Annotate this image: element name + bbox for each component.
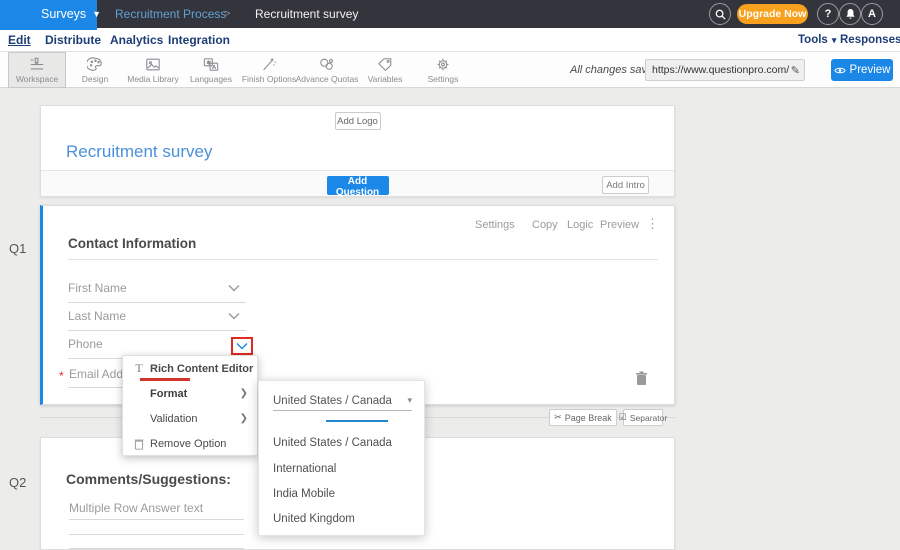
phone-row-context-menu: T Rich Content Editor Format ❯ Validatio… (122, 355, 258, 456)
q1-delete-trash-icon[interactable] (635, 371, 648, 386)
q1-settings-link[interactable]: Settings (475, 219, 515, 231)
format-select-focus-indicator (326, 420, 388, 422)
responses-link[interactable]: Responses:4 (840, 28, 900, 52)
submenu-arrow-icon: ❯ (240, 413, 248, 424)
question-number-q1: Q1 (9, 241, 26, 256)
tab-integration[interactable]: Integration (168, 28, 230, 52)
chevron-down-icon: ▾ (407, 395, 412, 406)
separator-button[interactable]: ☑Separator (623, 409, 663, 426)
breadcrumb-current: Recruitment survey (255, 0, 358, 28)
chain-links-icon (319, 57, 335, 72)
toolbar-item-workspace[interactable]: Workspace (8, 52, 66, 88)
q2-answer-line-1 (69, 519, 244, 520)
toolbar-item-settings[interactable]: Settings (414, 52, 472, 88)
chevron-down-icon: ▾ (832, 35, 837, 46)
help-button[interactable]: ? (817, 3, 839, 25)
q1-row-last-name[interactable]: Last Name (68, 309, 126, 323)
survey-title[interactable]: Recruitment survey (66, 142, 212, 162)
scissors-icon: ✂ (554, 412, 562, 423)
tab-edit[interactable]: Edit (8, 28, 31, 52)
q1-title[interactable]: Contact Information (68, 236, 196, 251)
add-intro-button[interactable]: Add Intro (602, 176, 649, 194)
survey-url-field[interactable]: https://www.questionpro.com/t/APNrFZ ✎ (645, 59, 805, 81)
q2-answer-line-2 (69, 534, 244, 535)
magic-wand-icon (261, 57, 277, 72)
preview-button[interactable]: Preview (831, 59, 893, 81)
q1-logic-link[interactable]: Logic (567, 219, 593, 231)
breadcrumb-parent[interactable]: Recruitment Process (115, 0, 226, 28)
q1-row-first-name[interactable]: First Name (68, 281, 127, 295)
toolbar-item-finish-options[interactable]: Finish Options (240, 52, 298, 88)
gear-icon (435, 57, 451, 72)
q1-row-first-name-chevron-icon[interactable] (228, 284, 240, 292)
help-icon: ? (825, 8, 832, 20)
product-menu-label: Surveys (41, 7, 86, 21)
phone-chevron-highlight-box (231, 337, 253, 355)
q1-preview-link[interactable]: Preview (600, 219, 639, 231)
tools-dropdown[interactable]: Tools▾ (798, 28, 836, 52)
menu-item-validation[interactable]: Validation ❯ (123, 406, 257, 431)
bell-icon (845, 8, 856, 20)
q2-answer-line-3 (69, 548, 244, 549)
breadcrumb-separator: > (224, 0, 230, 28)
toolbar-item-media-library[interactable]: Media Library (124, 52, 182, 88)
top-navigation-bar: Surveys ▼ Recruitment Process > Recruitm… (0, 0, 900, 28)
separator-box-icon: ☑ (619, 412, 627, 423)
format-highlight-underline (140, 378, 190, 381)
search-button[interactable] (709, 3, 731, 25)
chevron-down-icon: ▼ (92, 9, 101, 19)
translate-icon: ✱A (203, 57, 219, 72)
workspace-icon (29, 57, 45, 72)
q2-title[interactable]: Comments/Suggestions: (66, 471, 231, 487)
survey-url-text: https://www.questionpro.com/t/APNrFZ (652, 64, 789, 76)
q1-row-phone-chevron-icon[interactable] (236, 342, 248, 350)
survey-header-card: Add Logo Recruitment survey Add Question… (40, 105, 675, 197)
notifications-button[interactable] (839, 3, 861, 25)
toolbar-item-advance-quotas[interactable]: Advance Quotas (298, 52, 356, 88)
tag-icon (377, 57, 393, 72)
q1-row-last-name-underline (68, 330, 246, 331)
page-break-button[interactable]: ✂Page Break (549, 409, 617, 426)
format-select-dropdown[interactable]: United States / Canada ▾ (273, 391, 412, 411)
account-avatar[interactable]: A (861, 3, 883, 25)
question-number-q2: Q2 (9, 475, 26, 490)
tab-distribute[interactable]: Distribute (45, 28, 101, 52)
questionpro-survey-editor: Surveys ▼ Recruitment Process > Recruitm… (0, 0, 900, 550)
q1-copy-link[interactable]: Copy (532, 219, 558, 231)
tab-analytics[interactable]: Analytics (110, 28, 163, 52)
image-icon (145, 57, 161, 72)
required-marker: * (59, 369, 64, 383)
edit-url-icon[interactable]: ✎ (791, 64, 800, 77)
add-logo-button[interactable]: Add Logo (335, 112, 381, 130)
eye-icon (834, 66, 846, 75)
avatar-initial: A (868, 8, 876, 20)
format-option-india-mobile[interactable]: India Mobile (273, 488, 335, 500)
surveys-product-menu[interactable]: Surveys ▼ (0, 0, 97, 28)
palette-icon (87, 57, 103, 72)
format-submenu-panel: United States / Canada ▾ United States /… (258, 380, 425, 536)
toolbar-item-languages[interactable]: ✱A Languages (182, 52, 240, 88)
format-selected-value: United States / Canada (273, 395, 392, 407)
format-option-united-kingdom[interactable]: United Kingdom (273, 513, 355, 525)
svg-text:✱: ✱ (207, 60, 211, 66)
format-option-us-canada[interactable]: United States / Canada (273, 437, 392, 449)
q1-row-last-name-chevron-icon[interactable] (228, 312, 240, 320)
menu-item-format[interactable]: Format ❯ (123, 381, 257, 406)
q1-row-phone[interactable]: Phone (68, 337, 103, 351)
trash-icon (132, 438, 146, 450)
submenu-arrow-icon: ❯ (240, 388, 248, 399)
q1-row-first-name-underline (68, 302, 246, 303)
toolbar-item-variables[interactable]: Variables (356, 52, 414, 88)
menu-item-remove-option[interactable]: Remove Option (123, 431, 257, 456)
q1-title-divider (68, 259, 658, 260)
svg-text:A: A (212, 64, 216, 70)
search-icon (715, 9, 726, 20)
q1-more-options-icon[interactable]: ⋮ (646, 216, 659, 232)
add-question-button[interactable]: Add Question (327, 176, 389, 195)
toolbar-item-design[interactable]: Design (66, 52, 124, 88)
text-editor-icon: T (132, 361, 146, 376)
format-option-international[interactable]: International (273, 463, 336, 475)
upgrade-now-button[interactable]: Upgrade Now (737, 4, 808, 24)
q2-answer-placeholder[interactable]: Multiple Row Answer text (69, 501, 203, 515)
